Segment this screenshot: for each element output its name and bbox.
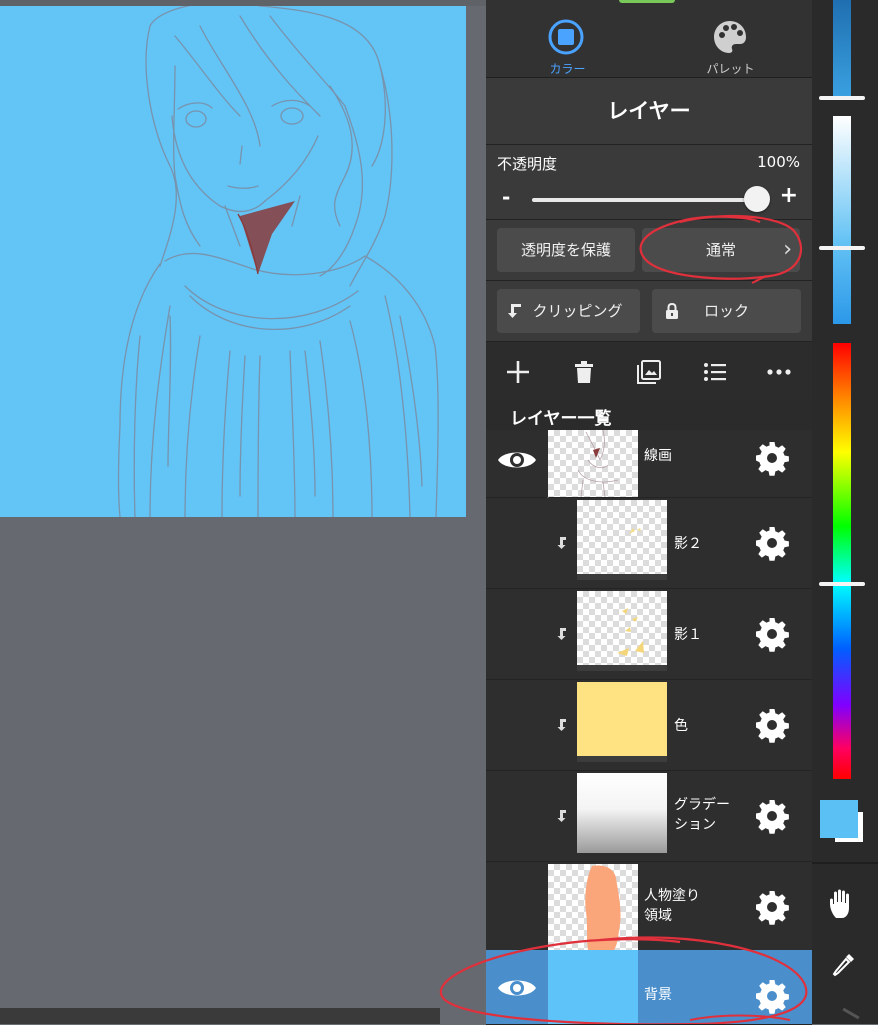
palette-icon [714,21,746,53]
layer-thumbnail [577,591,667,671]
add-layer-icon[interactable] [505,359,531,385]
layer-thumbnail [577,500,667,580]
eye-icon[interactable] [496,974,538,1002]
clipping-button[interactable]: クリッピング [497,289,640,333]
opacity-control: 不透明度 100% - + [486,145,812,220]
canvas-bottom-bar [0,1008,440,1024]
layer-thumbnail [577,773,667,853]
gear-icon[interactable] [754,616,790,652]
eyedropper-icon[interactable] [832,952,856,978]
thumbnail-bar [577,574,667,580]
layer-toolbar [486,342,812,400]
tab-color[interactable]: カラー [486,0,649,77]
line-art-drawing [117,6,439,517]
opacity-label: 不透明度 [497,155,558,173]
blend-mode-label: 通常 [705,241,736,259]
panel-title: レイヤー [486,78,812,145]
gear-icon[interactable] [754,978,790,1014]
layer-name: 影１ [674,627,702,643]
hue-slider-handle[interactable] [819,582,865,586]
layer-name: 影２ [674,536,702,552]
gallery-icon[interactable] [636,359,662,385]
tab-palette[interactable]: パレット [649,0,812,77]
thumbnail-bar [577,665,667,671]
layer-name: 色 [674,718,688,734]
clip-arrow-icon [557,810,566,822]
layer-thumbnail [577,682,667,762]
opacity-plus-button[interactable]: + [780,183,798,208]
clip-arrow-icon [557,719,566,731]
lock-icon [666,302,678,319]
saturation-slider[interactable] [833,116,851,324]
tab-color-label: カラー [549,62,586,76]
trash-icon[interactable] [571,359,597,385]
layer-name: 背景 [644,987,672,1003]
protect-alpha-button[interactable]: 透明度を保護 [497,228,635,272]
tab-palette-label: パレット [706,62,755,76]
opacity-minus-button[interactable]: - [502,185,510,209]
layer-row[interactable]: 人物塗り 領域 [486,862,812,953]
clipping-arrow-icon [508,304,521,318]
blend-mode-button[interactable]: 通常 › [642,228,800,272]
layer-name: 線画 [644,448,672,464]
layer-name-line2: 領域 [644,908,672,924]
clip-arrow-icon [557,537,566,549]
opacity-slider-track[interactable] [532,198,758,202]
opacity-value: 100% [757,153,800,171]
layer-thumbnail [548,864,638,950]
clipping-label: クリッピング [532,302,623,320]
thumbnail-bar [577,756,667,762]
hand-tool-icon[interactable] [828,888,858,920]
layer-list-title: レイヤー一覧 [510,409,612,429]
layer-row[interactable]: 色 [486,680,812,771]
artwork-canvas[interactable] [0,6,466,517]
layer-name-line2: ション [674,817,716,833]
gear-icon[interactable] [754,707,790,743]
primary-color-swatch[interactable] [820,800,858,838]
color-sidebar [812,0,878,1024]
lock-label: ロック [703,302,749,320]
color-circle-icon [548,19,584,55]
layer-row[interactable]: 影２ [486,498,812,589]
divider [812,862,878,864]
blend-row: 透明度を保護 通常 › [486,220,812,281]
layer-thumbnail [548,430,638,497]
layer-thumbnail [548,950,638,1024]
gear-icon[interactable] [754,525,790,561]
layer-row-selected[interactable]: 背景 [486,950,812,1025]
layer-name-line1: 人物塗り [644,888,700,904]
lock-button[interactable]: ロック [652,289,801,333]
color-palette-tabs: カラー パレット [486,0,812,78]
list-icon[interactable] [702,359,728,385]
clip-arrow-icon [557,628,566,640]
canvas-area[interactable] [0,0,486,1024]
layer-row[interactable]: 影１ [486,589,812,680]
value-slider[interactable] [833,0,851,96]
layer-name: グラデー ション [674,795,730,835]
layer-row[interactable]: グラデー ション [486,771,812,862]
saturation-slider-handle[interactable] [819,246,865,250]
layer-panel: カラー パレット レイヤー 不透明度 100% - + 透明度を保護 通常 › [486,0,812,1025]
eye-icon[interactable] [496,446,538,474]
clip-lock-row: クリッピング ロック [486,281,812,342]
gear-icon[interactable] [754,440,790,476]
gear-icon[interactable] [754,798,790,834]
layer-name-line1: グラデー [674,797,730,813]
layer-name: 人物塗り 領域 [644,886,700,926]
gear-icon[interactable] [754,889,790,925]
more-icon[interactable] [766,359,792,385]
layer-row[interactable]: 線画 [486,430,812,498]
chevron-right-icon: › [783,237,792,262]
partial-tool-icon [842,1007,860,1020]
hue-slider[interactable] [833,343,851,779]
opacity-slider-knob[interactable] [744,186,770,212]
value-slider-handle[interactable] [819,96,865,100]
